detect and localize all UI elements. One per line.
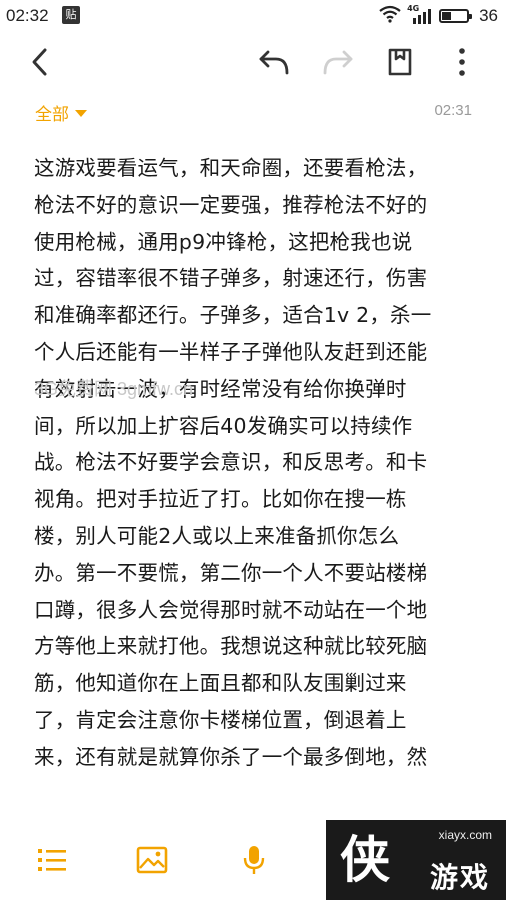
- voice-input-button[interactable]: [236, 842, 272, 878]
- redo-icon: [323, 50, 353, 75]
- site-logo-url: xiayx.com: [438, 828, 492, 842]
- bookmark-icon: [388, 48, 412, 76]
- bottom-toolbar: 侠 xiayx.com 游戏: [0, 820, 506, 900]
- cellular-signal-icon: 4G: [407, 4, 433, 26]
- site-logo-glyph: 侠: [340, 831, 390, 889]
- caret-down-icon: [75, 110, 87, 117]
- note-text-line: 过，容错率很不错子弹多，射速还行，伤害: [34, 266, 428, 291]
- microphone-icon: [243, 846, 265, 874]
- undo-icon: [259, 50, 289, 75]
- note-text-line: 个人后还能有一半样子子弹他队友赶到还能: [34, 339, 428, 364]
- note-toolbar: [0, 36, 506, 88]
- notification-badge-icon: 贴: [62, 6, 80, 24]
- wifi-icon: [379, 5, 401, 27]
- back-arrow-icon: [32, 48, 47, 76]
- site-logo: 侠 xiayx.com 游戏: [326, 820, 506, 900]
- note-text-line: 筋，他知道你在上面且都和队友围剿过来: [34, 671, 407, 696]
- image-icon: [136, 846, 168, 874]
- note-text-line: 口蹲，很多人会觉得那时就不动站在一个地: [34, 597, 428, 622]
- bookmark-button[interactable]: [380, 42, 420, 82]
- note-timestamp: 02:31: [434, 102, 472, 119]
- note-text-line: 间，所以加上扩容后40发确实可以持续作: [34, 413, 413, 438]
- folder-label: 全部: [35, 105, 69, 125]
- site-watermark: 3G免费网 3gmfw.cn: [34, 379, 194, 399]
- battery-level-fill: [442, 12, 451, 20]
- status-indicators: 4G 36: [379, 4, 498, 27]
- note-text-line: 和准确率都还行。子弹多，适合1v 2，杀一: [34, 303, 432, 328]
- note-text-line: 办。第一不要慌，第二你一个人不要站楼梯: [34, 560, 428, 585]
- checklist-button[interactable]: [34, 842, 70, 878]
- note-text-line: 楼，别人可能2人或以上来准备抓你怎么: [34, 523, 400, 548]
- status-time: 02:32: [6, 6, 49, 25]
- note-meta-row: 全部 02:31: [0, 98, 506, 126]
- note-text-line: 视角。把对手拉近了打。比如你在搜一栋: [34, 487, 407, 512]
- note-text-line: 这游戏要看运气，和天命圈，还要看枪法，: [34, 156, 428, 180]
- note-text-line: 枪法不好的意识一定要强，推荐枪法不好的: [34, 192, 428, 217]
- network-type-label: 4G: [407, 4, 420, 13]
- insert-image-button[interactable]: [134, 842, 170, 878]
- note-screen: 02:32 贴 4G 36 全部 02:31 这游戏要看运气，和天命圈，还要看枪…: [0, 0, 506, 900]
- status-bar: 02:32 贴 4G 36: [0, 0, 506, 32]
- more-options-button[interactable]: [442, 42, 482, 82]
- note-text-line: 使用枪械，通用p9冲锋枪，这把枪我也说: [34, 229, 413, 254]
- note-content[interactable]: 这游戏要看运气，和天命圈，还要看枪法， 枪法不好的意识一定要强，推荐枪法不好的 使用…: [34, 150, 472, 776]
- note-text-line: 方等他上来就打他。我想说这种就比较死脑: [34, 634, 428, 659]
- undo-button[interactable]: [254, 42, 294, 82]
- note-text-line: 来，还有就是就算你杀了一个最多倒地，然: [34, 744, 428, 769]
- more-vertical-icon: [459, 48, 465, 76]
- battery-icon: [439, 9, 473, 23]
- battery-percentage: 36: [479, 6, 498, 25]
- back-button[interactable]: [20, 42, 60, 82]
- note-text-line: 了，肯定会注意你卡楼梯位置，倒退着上: [34, 707, 407, 732]
- list-icon: [38, 849, 66, 871]
- redo-button[interactable]: [318, 42, 358, 82]
- note-text-line: 战。枪法不好要学会意识，和反思考。和卡: [34, 450, 428, 475]
- folder-dropdown[interactable]: 全部: [35, 100, 87, 125]
- site-logo-name: 游戏: [429, 861, 490, 894]
